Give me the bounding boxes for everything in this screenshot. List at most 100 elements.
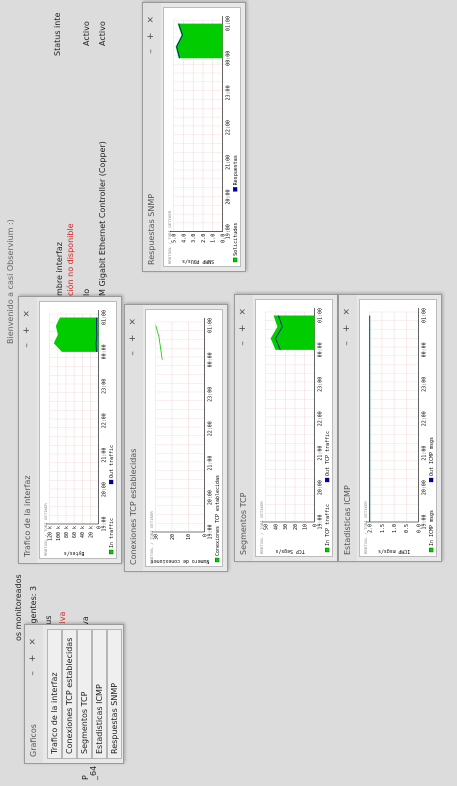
y-axis-label: TCP Segs/s	[275, 548, 304, 554]
menu-item-segmentos[interactable]: Segmentos TCP	[77, 629, 92, 759]
left-fragment-2: _64	[89, 765, 98, 780]
chart-svg: RRDTOOL / TOBI OETIKER 020 k40 k60 k80 k1…	[43, 310, 115, 556]
series-area	[270, 315, 315, 350]
legend-label: Respuestas	[233, 155, 239, 185]
y-tick-label: 50	[264, 524, 270, 530]
y-tick-label: 10	[303, 524, 309, 530]
status-interface-header: Status inte	[53, 12, 62, 56]
window-controls[interactable]: –+×	[342, 299, 352, 346]
y-tick-label: 5.0	[172, 234, 178, 243]
window-title: Graficos	[29, 724, 38, 757]
y-axis-label: Numero de conexiones	[151, 558, 210, 564]
y-tick-label: 100 k	[56, 526, 62, 541]
menu-item-snmp[interactable]: Respuestas SNMP	[107, 629, 122, 759]
gigabit-text: M Gigabit Ethernet Controller (Copper)	[98, 141, 107, 296]
legend-swatch	[429, 477, 434, 483]
x-tick-label: 23:00	[421, 377, 427, 392]
series-area	[175, 23, 223, 59]
y-axis-label: Bytes/s	[64, 550, 85, 556]
x-tick-label: 20:00	[207, 490, 213, 505]
legend-label: Out ICMP msgs	[429, 437, 435, 476]
titlebar-conexiones[interactable]: Conexiones TCP establecidas –+×	[125, 305, 143, 571]
window-title: Segmentos TCP	[239, 492, 248, 555]
y-tick-label: 1.5	[380, 524, 386, 533]
x-tick-label: 21:00	[317, 446, 323, 461]
titlebar-segmentos[interactable]: Segmentos TCP –+×	[235, 295, 253, 561]
menu-item-icmp[interactable]: Estadisticas ICMP	[92, 629, 107, 759]
y-tick-label: 20	[293, 524, 299, 530]
titlebar-icmp[interactable]: Estadisticas ICMP –+×	[339, 295, 357, 561]
legend-label: In TCP traffic	[325, 504, 331, 546]
x-tick-label: 00:00	[101, 344, 107, 359]
window-conexiones: Conexiones TCP establecidas –+× RRDTOOL …	[124, 304, 228, 572]
y-tick-label: 20 k	[88, 526, 94, 538]
legend-swatch	[429, 547, 434, 553]
unavailable-text: ción no disponible	[66, 223, 75, 296]
x-tick-label: 01:00	[207, 318, 213, 333]
x-tick-label: 20:00	[101, 482, 107, 497]
graficos-titlebar[interactable]: Graficos –+×	[25, 625, 43, 763]
x-tick-label: 20:00	[421, 480, 427, 495]
legend-swatch	[109, 479, 114, 485]
x-tick-label: 19:00	[225, 224, 231, 239]
menu-item-trafico[interactable]: Trafico de la interfaz	[47, 629, 62, 759]
monitored-text: os monitoreados	[14, 574, 23, 641]
y-tick-label: 1.0	[211, 234, 217, 243]
desktop: Bienvenido a casi Observium :) os monito…	[0, 0, 457, 786]
window-title: Estadisticas ICMP	[343, 485, 352, 555]
chart-svg: RRDTOOL / TOBI OETIKER 0.01.02.03.04.05.0…	[167, 16, 239, 264]
x-tick-label: 19:00	[207, 524, 213, 539]
x-tick-label: 23:00	[207, 387, 213, 402]
legend-swatch	[233, 257, 238, 263]
window-controls[interactable]: –+×	[128, 309, 138, 356]
window-controls[interactable]: –+×	[146, 7, 156, 54]
chart-trafico: RRDTOOL / TOBI OETIKER 0 20 k 40 k 60 k 80 k1…	[39, 301, 117, 559]
y-tick-label: 10	[186, 534, 192, 540]
chart-svg: RRDTOOL / TOBI OETIKER 0102030 19:0020:002…	[149, 318, 221, 564]
y-axis-label: ICMP msgs/s	[378, 548, 410, 554]
legend-label: Out TCP traffic	[325, 431, 331, 476]
chart-icmp: RRDTOOL / TOBI OETIKER 0.0 0.5 1.0 1.5 2.0 19:…	[359, 299, 437, 557]
x-tick-label: 22:00	[421, 411, 427, 426]
x-tick-label: 19:00	[317, 514, 323, 529]
x-tick-label: 22:00	[101, 413, 107, 428]
y-tick-label: 1.0	[392, 524, 398, 533]
window-snmp: Respuestas SNMP –+× RRDTOOL / TOBI OETIK…	[142, 2, 246, 272]
menu-item-conexiones[interactable]: Conexiones TCP establecidas	[62, 629, 77, 759]
titlebar-trafico[interactable]: Trafico de la interfaz –+×	[19, 297, 37, 563]
lo-text: lo	[82, 288, 91, 296]
x-tick-label: 00:00	[207, 352, 213, 367]
legend-label: Out traffic	[109, 445, 115, 478]
y-tick-label: 40	[273, 524, 279, 530]
x-tick-label: 00:00	[317, 342, 323, 357]
x-tick-label: 19:00	[421, 514, 427, 529]
window-controls[interactable]: –+×	[22, 301, 32, 348]
x-tick-label: 01:00	[101, 310, 107, 325]
x-tick-label: 22:00	[317, 411, 323, 426]
window-trafico: Trafico de la interfaz –+× RRDTOOL / TOB…	[18, 296, 122, 564]
y-tick-label: 0.5	[404, 524, 410, 533]
x-tick-label: 20:00	[317, 480, 323, 495]
x-tick-label: 23:00	[101, 379, 107, 394]
chart-conexiones: RRDTOOL / TOBI OETIKER 0 10 20 30 19:00 20:00 2…	[145, 309, 223, 567]
y-tick-label: 20	[170, 534, 176, 540]
y-tick-label: 30	[283, 524, 289, 530]
y-tick-label: 80 k	[64, 526, 70, 538]
x-tick-label: 20:00	[225, 189, 231, 204]
x-tick-label: 01:00	[317, 308, 323, 323]
x-tick-label: 21:00	[101, 448, 107, 463]
x-tick-label: 22:00	[207, 421, 213, 436]
window-controls[interactable]: –+×	[238, 299, 248, 346]
if-name-header: mbre interfaz	[55, 241, 64, 296]
welcome-text: Bienvenido a casi Observium :)	[6, 219, 15, 344]
legend-swatch	[325, 477, 330, 483]
chart-svg: RRDTOOL / TOBI OETIKER 01020304050 19:0020…	[259, 308, 331, 554]
x-tick-label: 23:00	[225, 85, 231, 100]
titlebar-snmp[interactable]: Respuestas SNMP –+×	[143, 3, 161, 271]
window-controls[interactable]: –+×	[28, 629, 38, 676]
x-tick-label: 00:00	[225, 51, 231, 66]
y-tick-label: 3.0	[191, 234, 197, 243]
y-tick-label: 2.0	[368, 524, 374, 533]
y-tick-label: 2.0	[201, 234, 207, 243]
legend-swatch	[325, 547, 330, 553]
